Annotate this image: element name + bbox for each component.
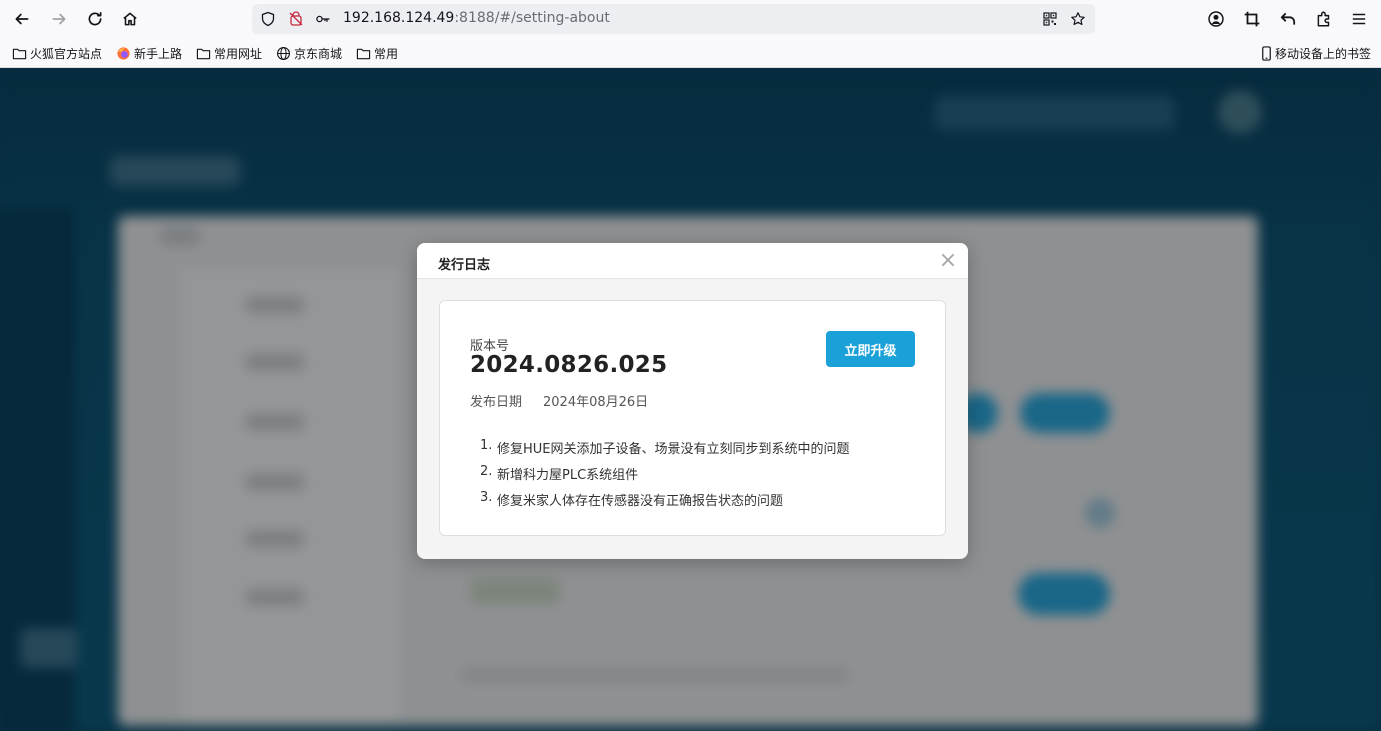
dialog-title: 发行日志 [438,258,491,273]
bookmark-item[interactable]: 火狐官方站点 [11,45,102,61]
list-item-number: 2. [480,464,493,479]
bookmark-item[interactable]: 新手上路 [115,45,182,61]
folder-icon [355,45,371,61]
bookmark-label: 新手上路 [134,46,183,61]
list-item: 1. 修复HUE网关添加子设备、场景没有立刻同步到系统中的问题 [480,438,940,464]
release-date-label: 发布日期 [470,395,523,410]
dialog-header: 发行日志 × [417,243,968,279]
release-date-value: 2024年08月26日 [543,395,649,410]
list-item: 3. 修复米家人体存在传感器没有正确报告状态的问题 [480,490,940,516]
extensions-icon[interactable] [1310,5,1338,33]
bookmark-label: 京东商城 [294,46,343,61]
folder-icon [11,45,27,61]
folder-icon [195,45,211,61]
list-item-number: 1. [480,438,493,453]
bookmark-label: 火狐官方站点 [30,46,103,61]
url-path: :8188/#/setting-about [454,10,610,26]
version-value: 2024.0826.025 [470,352,668,378]
home-icon[interactable] [116,5,144,33]
bookmark-item[interactable]: 常用网址 [195,45,262,61]
url-text[interactable]: 192.168.124.49:8188/#/setting-about [343,10,610,26]
version-card: 版本号 2024.0826.025 立即升级 发布日期 2024年08月26日 1… [439,300,946,536]
release-notes-list: 1. 修复HUE网关添加子设备、场景没有立刻同步到系统中的问题 2. 新增科力屋… [480,438,940,516]
bookmark-star-icon[interactable] [1069,10,1087,28]
back-arrow-icon[interactable] [8,5,36,33]
permission-blocked-icon[interactable] [287,10,305,28]
forward-arrow-icon[interactable] [45,5,73,33]
menu-icon[interactable] [1345,5,1373,33]
release-date-row: 发布日期 2024年08月26日 [470,391,648,410]
undo-icon[interactable] [1274,5,1302,33]
close-icon[interactable]: × [937,250,959,272]
release-notes-dialog: 发行日志 × 版本号 2024.0826.025 立即升级 发布日期 2024年0… [417,243,968,559]
globe-icon [275,45,291,61]
qr-code-icon[interactable] [1041,10,1059,28]
list-item-text: 修复HUE网关添加子设备、场景没有立刻同步到系统中的问题 [497,442,850,457]
key-icon[interactable] [314,10,332,28]
bookmark-item[interactable]: 常用 [355,45,398,61]
firefox-icon [115,45,131,61]
bookmark-label: 常用 [374,46,399,61]
list-item-text: 修复米家人体存在传感器没有正确报告状态的问题 [497,494,784,509]
url-bar[interactable]: 192.168.124.49:8188/#/setting-about [252,4,1095,34]
upgrade-now-button[interactable]: 立即升级 [826,331,915,367]
browser-toolbar: 192.168.124.49:8188/#/setting-about [0,0,1381,38]
bookmark-label: 常用网址 [214,46,263,61]
mobile-icon [1260,45,1273,61]
mobile-bookmarks-label: 移动设备上的书签 [1275,46,1372,61]
mobile-bookmarks[interactable]: 移动设备上的书签 [1260,45,1371,61]
bookmarks-bar: 火狐官方站点 新手上路 常用网址 京东商城 常用 移动设备上的书签 [0,38,1381,68]
bookmark-item[interactable]: 京东商城 [275,45,342,61]
crop-icon[interactable] [1238,5,1266,33]
list-item: 2. 新增科力屋PLC系统组件 [480,464,940,490]
shield-icon[interactable] [259,10,277,28]
list-item-text: 新增科力屋PLC系统组件 [497,468,639,483]
url-host: 192.168.124.49 [343,10,455,26]
account-icon[interactable] [1202,5,1230,33]
reload-icon[interactable] [81,5,109,33]
list-item-number: 3. [480,490,493,505]
